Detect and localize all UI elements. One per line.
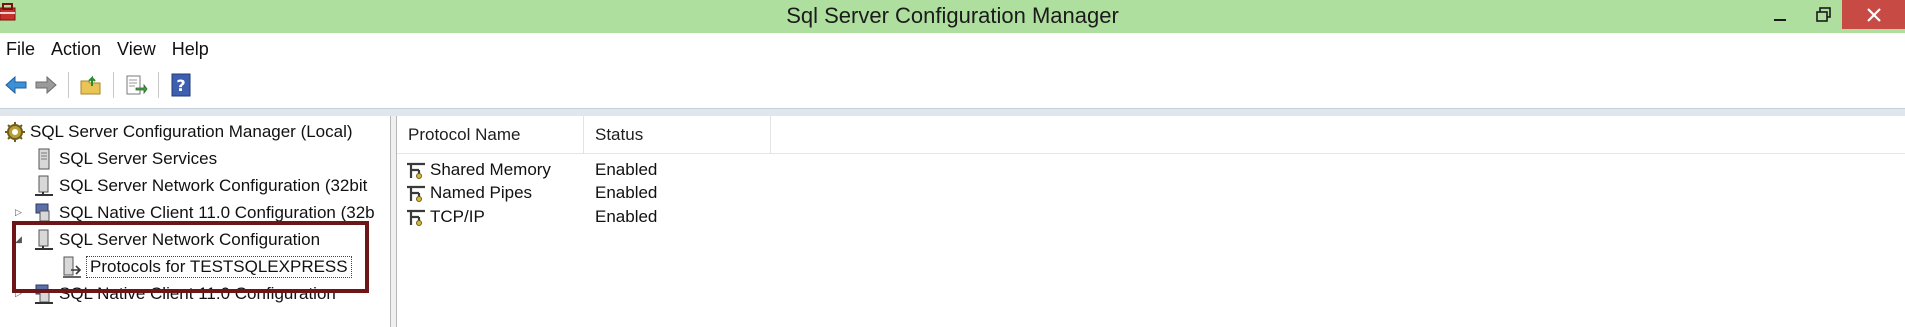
- column-header-status[interactable]: Status: [584, 116, 771, 154]
- close-button[interactable]: [1842, 0, 1905, 29]
- list-row-named-pipes[interactable]: Named Pipes Enabled: [397, 180, 1905, 206]
- back-icon: [5, 75, 27, 95]
- tree-item-sql-server-services[interactable]: SQL Server Services: [33, 146, 217, 172]
- server-icon: [33, 148, 55, 170]
- close-icon: [1866, 7, 1881, 22]
- protocol-name: Named Pipes: [430, 183, 533, 202]
- protocol-list[interactable]: Protocol Name Status Shared Memory Enabl…: [397, 116, 1905, 327]
- column-header-protocol-name[interactable]: Protocol Name: [397, 116, 584, 154]
- back-button[interactable]: [2, 71, 30, 99]
- toolbar-divider: [0, 108, 1905, 116]
- tree-root-label: SQL Server Configuration Manager (Local): [30, 122, 353, 141]
- protocol-name-cell: Named Pipes: [405, 180, 532, 206]
- minimize-button[interactable]: [1762, 0, 1798, 30]
- up-folder-button[interactable]: [77, 71, 105, 99]
- protocol-name-cell: TCP/IP: [405, 204, 485, 230]
- protocol-name: Shared Memory: [430, 160, 551, 179]
- window-title: Sql Server Configuration Manager: [786, 3, 1119, 28]
- svg-text:?: ?: [176, 76, 185, 95]
- tree-item-label: SQL Native Client 11.0 Configuration (32…: [59, 203, 375, 222]
- protocol-icon: [405, 159, 427, 181]
- toolbar-separator: [68, 72, 69, 98]
- config-manager-icon: [4, 121, 26, 143]
- restore-button[interactable]: [1806, 0, 1842, 30]
- list-row-tcp-ip[interactable]: TCP/IP Enabled: [397, 204, 1905, 230]
- tree-item-label: SQL Server Network Configuration (32bit: [59, 176, 368, 195]
- title-bar: Sql Server Configuration Manager: [0, 0, 1905, 33]
- menu-help[interactable]: Help: [164, 39, 217, 60]
- minimize-icon: [1774, 19, 1786, 21]
- expand-arrow-icon[interactable]: ▷: [15, 207, 25, 217]
- forward-button[interactable]: [32, 71, 60, 99]
- menu-view[interactable]: View: [109, 39, 164, 60]
- export-list-button[interactable]: [122, 71, 150, 99]
- list-header: Protocol Name Status: [397, 116, 1905, 154]
- protocol-status: Enabled: [595, 183, 658, 202]
- menu-action[interactable]: Action: [43, 39, 109, 60]
- tree-item-network-config-32bit[interactable]: SQL Server Network Configuration (32bit: [33, 173, 367, 199]
- toolbar-separator: [113, 72, 114, 98]
- protocol-icon: [405, 182, 427, 204]
- protocol-icon: [405, 206, 427, 228]
- restore-icon: [1816, 7, 1831, 22]
- tree-item-label: SQL Server Services: [59, 149, 218, 168]
- network-server-icon: [33, 175, 55, 197]
- up-folder-icon: [80, 75, 101, 95]
- toolbar-separator: [158, 72, 159, 98]
- menu-bar: File Action View Help: [0, 33, 1905, 65]
- help-button[interactable]: ?: [167, 71, 195, 99]
- protocol-status: Enabled: [595, 207, 658, 226]
- tree-root[interactable]: SQL Server Configuration Manager (Local): [4, 119, 353, 145]
- export-list-icon: [126, 75, 148, 95]
- protocol-name: TCP/IP: [430, 207, 485, 226]
- help-icon: ?: [171, 73, 191, 97]
- annotation-highlight-box: [12, 221, 369, 293]
- forward-icon: [35, 75, 57, 95]
- menu-file[interactable]: File: [0, 39, 43, 60]
- toolbar: ?: [0, 65, 1905, 105]
